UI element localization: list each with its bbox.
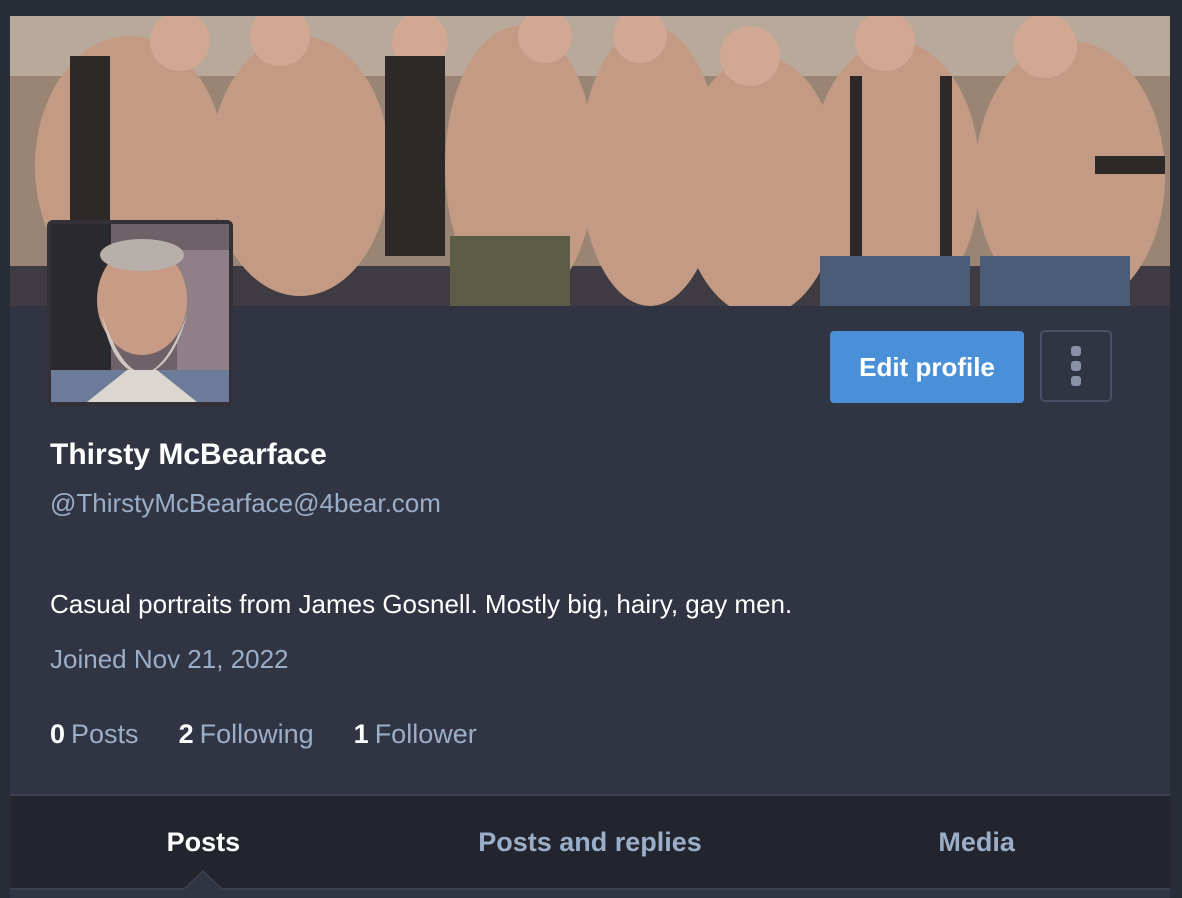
tab-media[interactable]: Media	[783, 796, 1170, 888]
tab-label: Media	[938, 826, 1015, 857]
app-frame: Edit profile Thirsty McBearface @Thirsty…	[0, 0, 1182, 898]
stat-posts[interactable]: 0 Posts	[50, 719, 139, 750]
display-name: Thirsty McBearface	[50, 438, 327, 471]
stat-label: Follower	[374, 719, 477, 749]
avatar[interactable]	[47, 220, 233, 406]
stat-count: 0	[50, 719, 66, 749]
profile-stats: 0 Posts 2 Following 1 Follower	[50, 719, 477, 750]
stat-count: 2	[178, 719, 194, 749]
tab-label: Posts and replies	[478, 826, 702, 857]
joined-date: Joined Nov 21, 2022	[50, 644, 289, 674]
avatar-photo-icon	[47, 220, 233, 406]
edit-profile-button[interactable]: Edit profile	[830, 331, 1024, 403]
profile-bio: Casual portraits from James Gosnell. Mos…	[50, 589, 793, 619]
active-tab-indicator-inner	[184, 872, 223, 890]
more-options-button[interactable]	[1040, 330, 1112, 402]
stat-label: Posts	[71, 719, 139, 749]
stat-followers[interactable]: 1 Follower	[354, 719, 477, 750]
tab-label: Posts	[166, 826, 241, 857]
stat-following[interactable]: 2 Following	[179, 719, 314, 750]
stat-label: Following	[199, 719, 314, 749]
profile-card: Edit profile Thirsty McBearface @Thirsty…	[10, 16, 1170, 898]
vertical-ellipsis-icon	[1071, 361, 1081, 371]
stat-count: 1	[353, 719, 369, 749]
vertical-ellipsis-icon	[1071, 376, 1081, 386]
account-handle: @ThirstyMcBearface@4bear.com	[50, 488, 441, 518]
profile-tabs: Posts Posts and replies Media	[10, 794, 1170, 890]
vertical-ellipsis-icon	[1071, 346, 1081, 356]
tab-posts-and-replies[interactable]: Posts and replies	[397, 796, 784, 888]
tab-posts[interactable]: Posts	[10, 796, 397, 890]
